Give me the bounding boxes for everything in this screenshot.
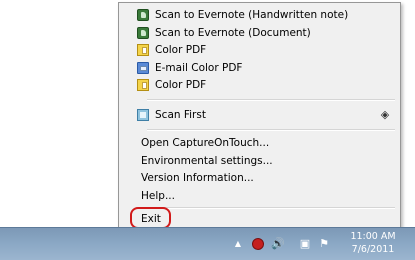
menu-item-email-color-pdf[interactable]: E-mail Color PDF: [121, 59, 398, 77]
action-center-flag-icon[interactable]: ⚑: [318, 236, 330, 252]
show-hidden-icons-arrow-icon[interactable]: ▲: [232, 236, 244, 252]
menu-item-label: Exit: [141, 213, 161, 225]
pdf-icon: [137, 79, 149, 91]
capture-on-touch-icon[interactable]: [252, 238, 264, 250]
menu-item-label: E-mail Color PDF: [155, 62, 243, 74]
pdf-icon: [137, 44, 149, 56]
diamond-icon: ◈: [380, 108, 390, 121]
menu-separator: [147, 129, 395, 131]
menu-item-label: Environmental settings...: [141, 155, 273, 167]
evernote-icon: [137, 9, 149, 21]
email-icon: [137, 62, 149, 74]
clock-date: 7/6/2011: [351, 244, 395, 255]
menu-item-environmental-settings[interactable]: Environmental settings...: [121, 152, 398, 170]
taskbar: ▲ 🔊 ▣ ⚑ 11:00 AM 7/6/2011: [0, 227, 415, 260]
menu-item-label: Help...: [141, 190, 175, 202]
speaker-icon[interactable]: 🔊: [270, 236, 286, 252]
menu-item-open-captureontouch[interactable]: Open CaptureOnTouch...: [121, 134, 398, 152]
menu-item-help[interactable]: Help...: [121, 187, 398, 205]
clock-time: 11:00 AM: [350, 231, 396, 242]
evernote-icon: [137, 27, 149, 39]
menu-item-exit[interactable]: Exit: [121, 207, 398, 229]
menu-item-label: Color PDF: [155, 44, 207, 56]
menu-item-label: Scan to Evernote (Document): [155, 27, 311, 39]
menu-item-scan-first[interactable]: Scan First ◈: [121, 106, 398, 124]
menu-item-label: Scan to Evernote (Handwritten note): [155, 9, 349, 21]
menu-item-label: Version Information...: [141, 172, 254, 184]
context-menu: Scan to Evernote (Handwritten note) Scan…: [118, 2, 401, 230]
menu-item-label: Color PDF: [155, 79, 207, 91]
menu-item-version-information[interactable]: Version Information...: [121, 169, 398, 187]
menu-item-color-pdf-2[interactable]: Color PDF: [121, 76, 398, 94]
menu-separator: [147, 207, 395, 209]
menu-item-color-pdf[interactable]: Color PDF: [121, 41, 398, 59]
scan-first-icon: [137, 109, 149, 121]
taskbar-clock[interactable]: 11:00 AM 7/6/2011: [336, 230, 410, 256]
menu-item-scan-evernote-handwritten[interactable]: Scan to Evernote (Handwritten note): [121, 6, 398, 24]
menu-item-label: Scan First: [155, 109, 206, 121]
network-icon[interactable]: ▣: [298, 236, 312, 252]
menu-separator: [147, 99, 395, 101]
menu-item-scan-evernote-document[interactable]: Scan to Evernote (Document): [121, 24, 398, 42]
menu-item-label: Open CaptureOnTouch...: [141, 137, 270, 149]
